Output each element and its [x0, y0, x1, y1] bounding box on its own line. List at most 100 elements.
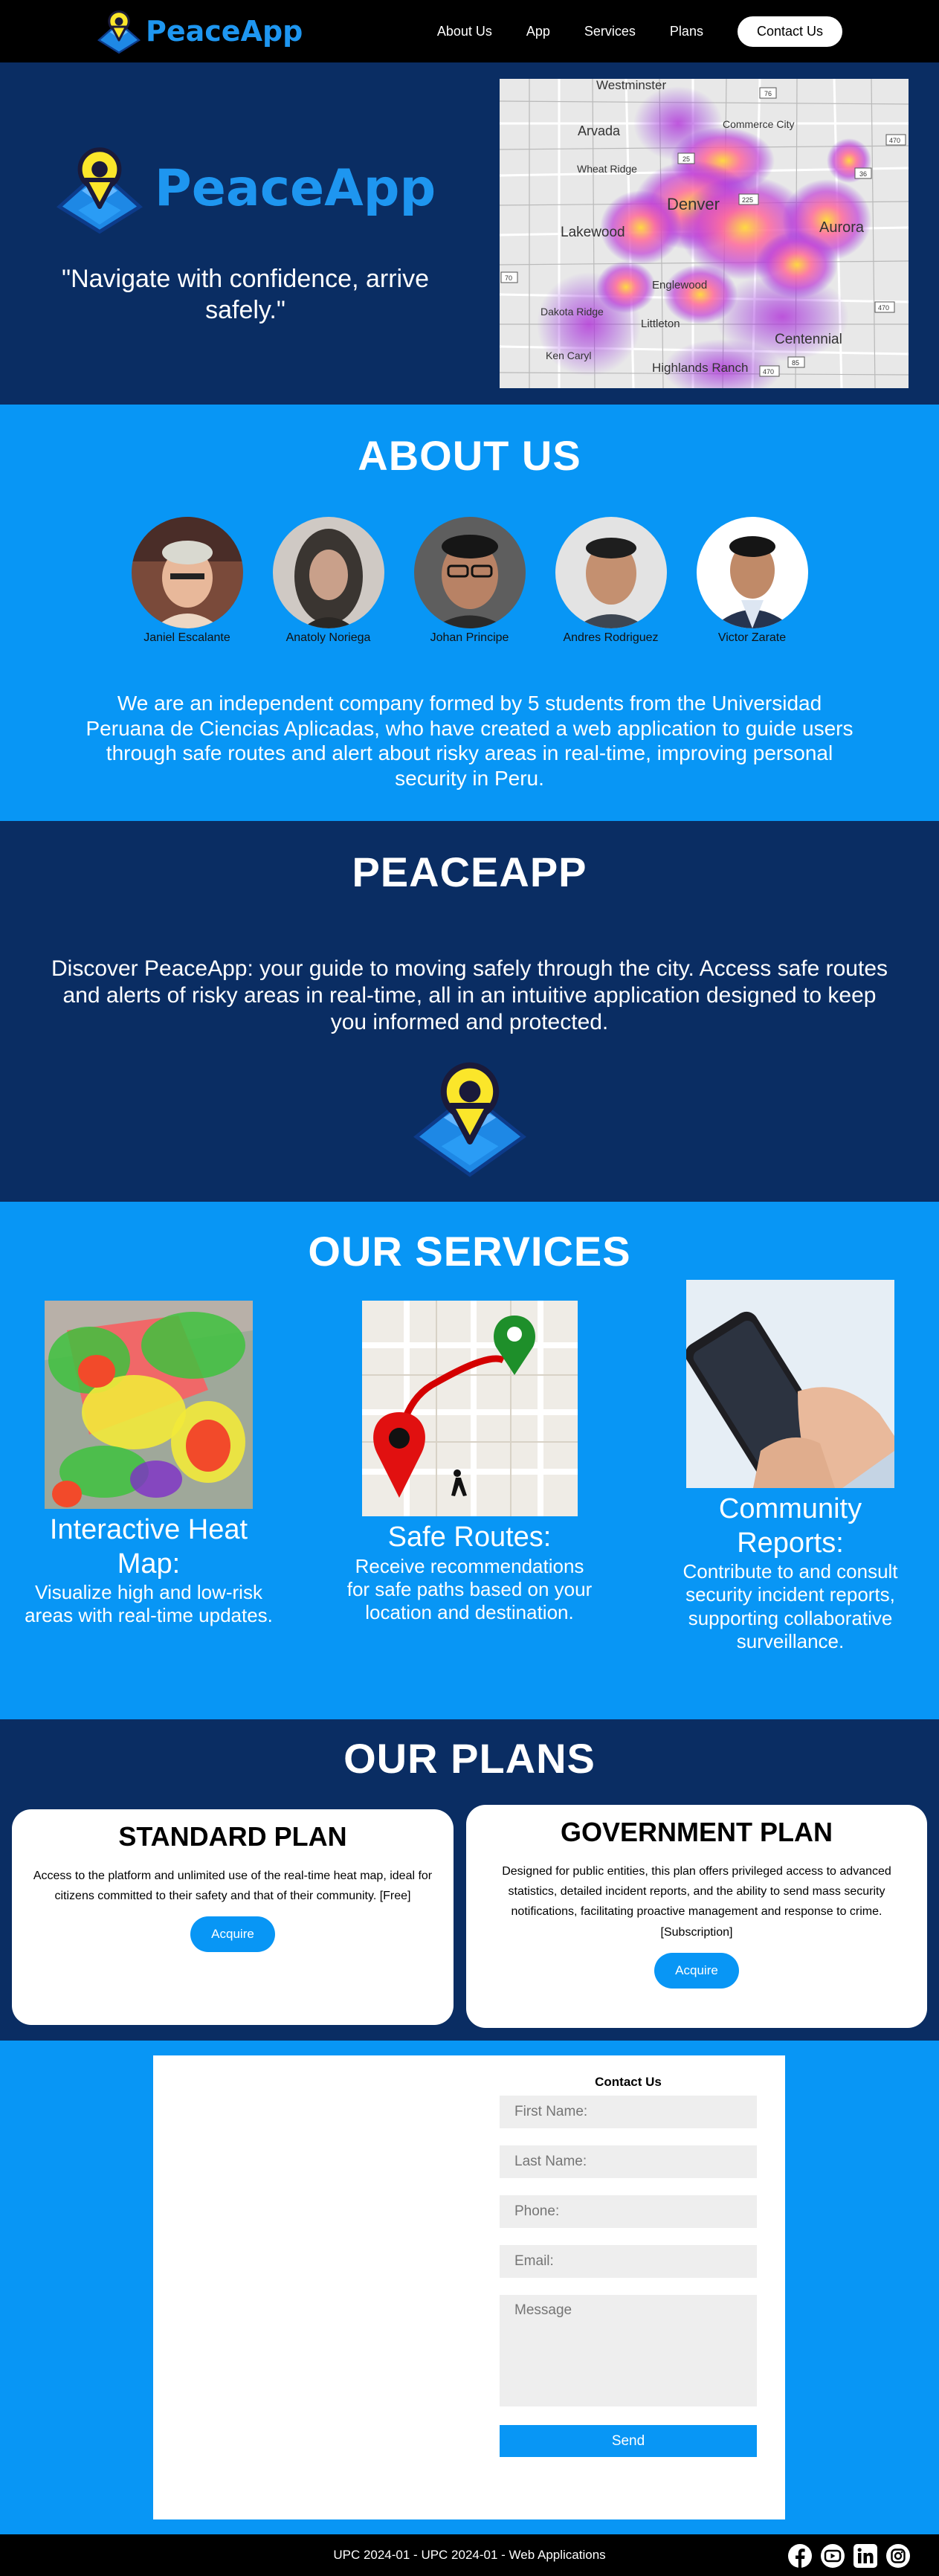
map-highway-shield: 25	[683, 155, 690, 163]
member-name: Victor Zarate	[717, 631, 787, 644]
map-label: Littleton	[641, 318, 680, 330]
member-name: Janiel Escalante	[143, 631, 230, 644]
instagram-icon[interactable]	[885, 2543, 911, 2569]
safe-routes-service-image	[361, 1301, 578, 1516]
plans-section: OUR PLANS STANDARD PLAN Access to the pl…	[0, 1719, 939, 2041]
heat-map-service-image	[45, 1301, 253, 1509]
avatar	[131, 517, 243, 628]
map-label: Wheat Ridge	[577, 163, 637, 175]
service-desc: Visualize high and low-risk areas with r…	[25, 1581, 273, 1627]
contact-form: Contact Us Send	[500, 2075, 757, 2457]
nav-link-about-us[interactable]: About Us	[437, 24, 492, 39]
contact-section: Contact Us Send	[0, 2041, 939, 2534]
hero-logo: PeaceApp	[55, 141, 436, 236]
youtube-icon[interactable]	[820, 2543, 845, 2569]
plan-card: GOVERNMENT PLAN Designed for public enti…	[466, 1805, 927, 2028]
service-title: Safe Routes:	[387, 1522, 552, 1553]
last-name-input[interactable]	[500, 2145, 757, 2178]
hero-left: PeaceApp "Navigate with confidence, arri…	[30, 141, 461, 326]
team-member: Johan Principe	[413, 517, 526, 645]
map-highway-shield: 470	[889, 137, 900, 144]
service-desc: Contribute to and consult security incid…	[683, 1560, 898, 1652]
linkedin-icon[interactable]	[853, 2543, 878, 2569]
acquire-button[interactable]: Acquire	[654, 1952, 739, 1989]
peaceapp-text: Discover PeaceApp: your guide to moving …	[51, 956, 888, 1034]
facebook-icon[interactable]	[787, 2543, 813, 2569]
plan-desc: Access to the platform and unlimited use…	[33, 1870, 433, 1903]
nav-contact-button[interactable]: Contact Us	[737, 16, 842, 47]
team-list: Janiel Escalante Anatoly Noriega Johan P…	[0, 517, 939, 645]
service-title: Interactive Heat Map:	[49, 1514, 248, 1580]
map-label: Lakewood	[561, 225, 625, 240]
peaceapp-title: PEACEAPP	[352, 849, 587, 895]
message-input[interactable]	[500, 2295, 757, 2406]
team-member: Anatoly Noriega	[272, 517, 384, 645]
service-list: Interactive Heat Map: Visualize high and…	[0, 1280, 939, 1653]
service-title: Community Reports:	[718, 1493, 862, 1559]
send-button[interactable]: Send	[500, 2425, 757, 2457]
map-label: Commerce City	[723, 118, 794, 130]
map-label: Denver	[667, 195, 720, 213]
map-label: Highlands Ranch	[652, 361, 748, 375]
team-member: Janiel Escalante	[131, 517, 243, 645]
service-desc: Receive recommendations for safe paths b…	[346, 1554, 593, 1623]
about-section: ABOUT US Janiel Escalante Anatoly Norieg…	[0, 405, 939, 821]
avatar	[555, 517, 667, 628]
email-input[interactable]	[500, 2245, 757, 2278]
plan-list: STANDARD PLAN Access to the platform and…	[0, 1805, 939, 2028]
nav-links: About Us App Services Plans Contact Us	[437, 16, 842, 47]
avatar	[413, 517, 526, 628]
peaceapp-logo-icon	[97, 10, 141, 54]
team-member: Victor Zarate	[696, 517, 808, 645]
map-highway-shield: 470	[763, 368, 774, 376]
map-label: Centennial	[775, 332, 842, 347]
member-name: Anatoly Noriega	[285, 631, 371, 644]
avatar	[272, 517, 384, 628]
contact-box: Contact Us Send	[153, 2055, 785, 2519]
map-label: Dakota Ridge	[541, 306, 604, 318]
contact-title: Contact Us	[595, 2075, 662, 2089]
first-name-input[interactable]	[500, 2096, 757, 2128]
team-member: Andres Rodriguez	[555, 517, 667, 645]
map-highway-shield: 70	[505, 274, 512, 282]
phone-input[interactable]	[500, 2195, 757, 2228]
nav-link-services[interactable]: Services	[584, 24, 636, 39]
acquire-button[interactable]: Acquire	[190, 1916, 275, 1953]
brand[interactable]: PeaceApp	[97, 7, 303, 55]
plan-title: STANDARD PLAN	[118, 1821, 347, 1852]
map-label: Englewood	[652, 279, 707, 292]
map-label: Arvada	[578, 123, 621, 138]
services-section: OUR SERVICES Interactive Heat Map: Visua…	[0, 1202, 939, 1719]
peaceapp-section: PEACEAPP Discover PeaceApp: your guide t…	[0, 821, 939, 1202]
hero-brand-name: PeaceApp	[154, 159, 436, 218]
social-links	[787, 2543, 911, 2569]
navbar: PeaceApp About Us App Services Plans Con…	[0, 0, 939, 62]
map-highway-shield: 76	[764, 90, 772, 97]
footer-text: UPC 2024-01 - UPC 2024-01 - Web Applicat…	[333, 2548, 606, 2562]
heat-map-image: Westminster Arvada Commerce City Wheat R…	[500, 79, 909, 388]
community-reports-service-image	[686, 1280, 894, 1488]
avatar	[696, 517, 808, 628]
services-title: OUR SERVICES	[308, 1228, 631, 1275]
map-label: Ken Caryl	[546, 350, 591, 361]
footer: UPC 2024-01 - UPC 2024-01 - Web Applicat…	[0, 2534, 939, 2576]
peaceapp-logo-icon	[56, 146, 143, 234]
member-name: Johan Principe	[430, 631, 509, 644]
hero-section: PeaceApp "Navigate with confidence, arri…	[0, 62, 939, 405]
map-label: Aurora	[819, 219, 865, 236]
peaceapp-logo-icon	[410, 1058, 529, 1177]
plan-card: STANDARD PLAN Access to the platform and…	[12, 1809, 454, 2025]
map-highway-shield: 470	[878, 304, 889, 312]
service-card: Safe Routes: Receive recommendations for…	[343, 1301, 596, 1653]
service-card: Community Reports: Contribute to and con…	[664, 1280, 917, 1653]
member-name: Andres Rodriguez	[563, 631, 659, 644]
nav-link-plans[interactable]: Plans	[670, 24, 703, 39]
plan-title: GOVERNMENT PLAN	[560, 1817, 833, 1847]
map-highway-shield: 85	[792, 359, 799, 367]
nav-link-app[interactable]: App	[526, 24, 550, 39]
about-title: ABOUT US	[358, 432, 581, 479]
plans-title: OUR PLANS	[343, 1735, 596, 1782]
service-card: Interactive Heat Map: Visualize high and…	[22, 1301, 275, 1653]
brand-name: PeaceApp	[146, 15, 303, 48]
plan-desc: Designed for public entities, this plan …	[502, 1865, 891, 1939]
